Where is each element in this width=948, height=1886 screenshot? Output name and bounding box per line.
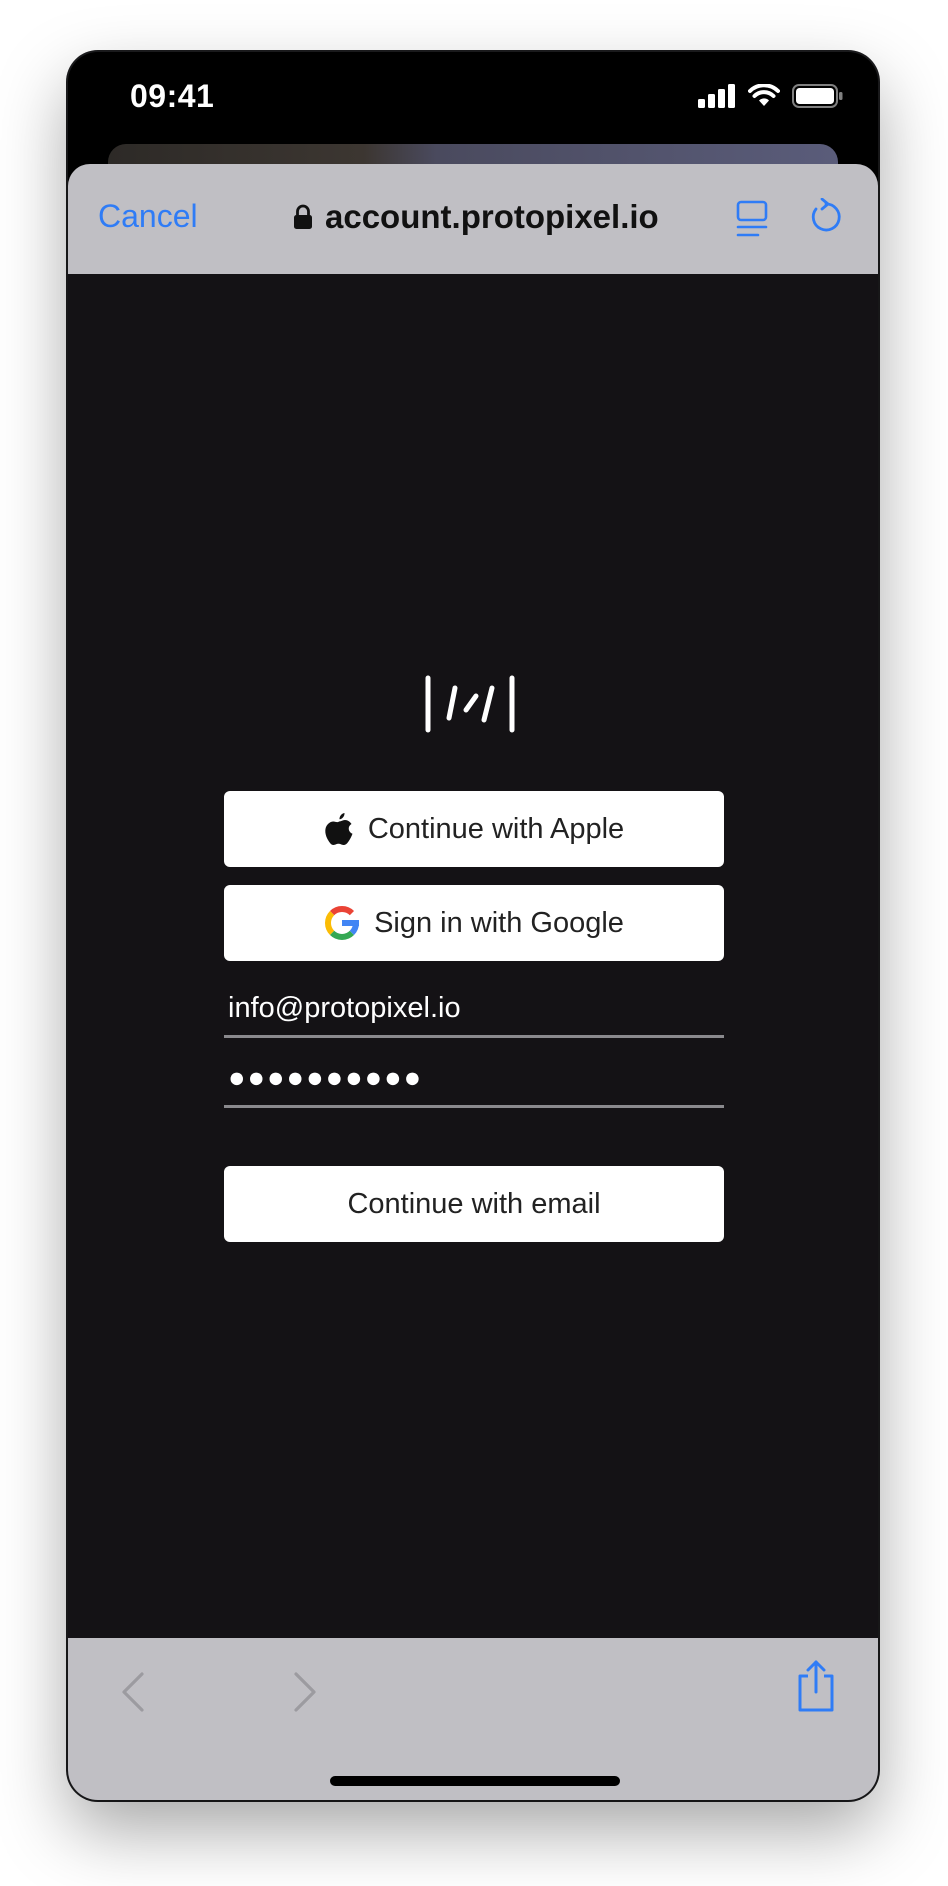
url-bar[interactable]: account.protopixel.io [293,198,659,236]
sign-in-with-google-button[interactable]: Sign in with Google [224,885,724,961]
password-value: ●●●●●●●●●● [228,1062,424,1094]
share-icon[interactable] [794,1658,838,1714]
back-chevron-icon[interactable] [112,1664,152,1720]
reader-mode-icon[interactable] [736,200,768,238]
email-value: info@protopixel.io [228,992,461,1024]
protopixel-logo [425,675,515,733]
browser-bottom-bar [68,1638,878,1800]
status-icons [698,84,844,108]
url-text: account.protopixel.io [325,198,659,235]
login-page: Continue with Apple Sign in with Google … [68,274,878,1642]
browser-sheet: Cancel account.protopixel.io Continue wi… [68,164,878,1800]
sign-in-with-google-label: Sign in with Google [374,906,624,939]
email-field[interactable]: info@protopixel.io [224,980,724,1038]
status-time: 09:41 [130,78,215,114]
continue-with-email-label: Continue with email [347,1187,601,1220]
continue-with-apple-label: Continue with Apple [367,812,625,845]
home-indicator[interactable] [330,1776,620,1786]
password-field[interactable]: ●●●●●●●●●● [224,1050,724,1108]
wifi-icon [748,84,780,106]
apple-logo-icon [325,813,353,845]
continue-with-apple-button[interactable]: Continue with Apple [224,791,724,867]
forward-chevron-icon[interactable] [286,1664,326,1720]
browser-top-bar: Cancel account.protopixel.io [68,164,878,274]
cellular-signal-icon [698,84,735,108]
battery-icon [792,84,843,108]
reload-icon[interactable] [808,198,842,236]
cancel-button[interactable]: Cancel [98,198,198,235]
phone-frame: 09:41 Cancel account.protopixel.io Conti… [68,52,878,1800]
continue-with-email-button[interactable]: Continue with email [224,1166,724,1242]
lock-icon [294,204,312,229]
google-logo-icon [325,906,360,940]
